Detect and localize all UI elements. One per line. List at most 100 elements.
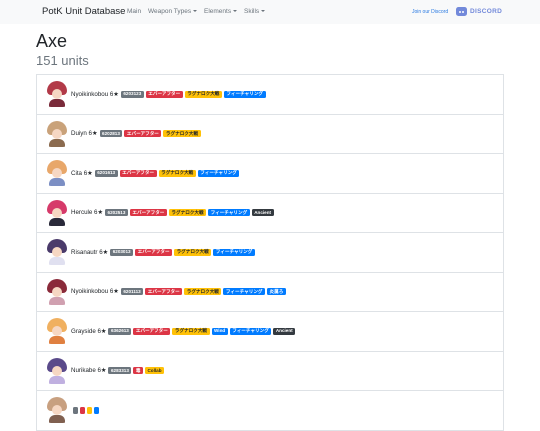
- tag-badge: ラグナロク大戦: [174, 248, 212, 256]
- discord-button[interactable]: DISCORD: [456, 6, 502, 17]
- nav-elements-dropdown[interactable]: Elements: [204, 8, 238, 15]
- nav-skills-label: Skills: [244, 8, 260, 15]
- tag-badge: エバーアフター: [145, 288, 183, 296]
- unit-name[interactable]: Grayside 6★: [71, 328, 106, 335]
- unit-row[interactable]: Hercule 6★ 6202513 エバーアフター ラグナロク大戦 フィーチャリング A…: [37, 194, 503, 233]
- chevron-down-icon: [233, 10, 238, 13]
- unit-avatar: [47, 160, 67, 187]
- tag-badge: フィーチャリング: [213, 248, 255, 256]
- unit-avatar: [47, 318, 67, 345]
- unit-avatar: [47, 81, 67, 108]
- tag-badge: 毒: [133, 367, 143, 375]
- tag-badge: [80, 406, 85, 414]
- tag-badge: Collab: [144, 367, 165, 375]
- unit-row[interactable]: Nyoikinkobou 6★ 6201113 エバーアフター ラグナロク大戦 フィーチ…: [37, 273, 503, 312]
- discord-label: DISCORD: [470, 8, 503, 15]
- unit-name[interactable]: Cita 6★: [71, 170, 93, 177]
- tag-badge: エバーアフター: [129, 209, 167, 217]
- unit-name[interactable]: Risanautr 6★: [71, 249, 108, 256]
- avatar-face: [52, 365, 62, 376]
- tag-badge: フィーチャリング: [223, 288, 266, 296]
- avatar-body: [49, 296, 65, 305]
- unit-id-badge: 6202513: [105, 209, 128, 217]
- tag-badge: Ancient: [251, 209, 274, 217]
- join-discord-link[interactable]: Join our Discord: [412, 9, 448, 15]
- unit-row[interactable]: [37, 391, 503, 431]
- tag-badge: エバーアフター: [145, 90, 183, 98]
- tag-badge: エバーアフター: [119, 169, 157, 177]
- unit-avatar: [47, 357, 67, 384]
- unit-avatar: [47, 239, 67, 266]
- tag-badge: [87, 406, 92, 414]
- unit-id-badge: 6362613: [108, 327, 132, 335]
- nav-skills-dropdown[interactable]: Skills: [244, 8, 266, 15]
- avatar-face: [52, 207, 62, 218]
- tag-badge: フィーチャリング: [208, 209, 250, 217]
- unit-name[interactable]: Duiyn 6★: [71, 130, 98, 137]
- discord-icon: [456, 7, 467, 16]
- tag-badge: ラグナロク大戦: [184, 288, 222, 296]
- tag-badge: ラグナロク大戦: [172, 327, 210, 335]
- unit-id-badge: 6201613: [94, 169, 118, 177]
- avatar-face: [52, 286, 62, 297]
- unit-list: Nyoikinkobou 6★ 6203123 エバーアフター ラグナロク大戦 フィーチ…: [36, 74, 504, 431]
- page-title: Axe: [36, 31, 68, 51]
- unit-row[interactable]: Cita 6★ 6201613 エバーアフター ラグナロク大戦 フィーチャリング: [37, 154, 503, 194]
- tag-badge: フィーチャリング: [229, 327, 272, 335]
- unit-name[interactable]: Hercule 6★: [71, 209, 103, 216]
- unit-row[interactable]: Risanautr 6★ 6203013 エバーアフター ラグナロク大戦 フィーチャリン…: [37, 233, 503, 273]
- unit-row[interactable]: Duiyn 6★ 6202813 エバーアフター ラグナロク大戦: [37, 115, 503, 154]
- tag-badge: Ancient: [273, 327, 296, 335]
- avatar-face: [52, 326, 62, 337]
- nav-weapon-types-dropdown[interactable]: Weapon Types: [148, 8, 198, 15]
- avatar-body: [49, 257, 65, 266]
- avatar-body: [49, 138, 65, 147]
- chevron-down-icon: [261, 10, 266, 13]
- nav-elements-label: Elements: [204, 8, 232, 15]
- nav-main-link[interactable]: Main: [127, 8, 141, 15]
- tag-badge: [94, 406, 99, 414]
- unit-avatar: [47, 199, 67, 226]
- unit-row[interactable]: Nyoikinkobou 6★ 6203123 エバーアフター ラグナロク大戦 フィーチ…: [37, 75, 503, 115]
- avatar-face: [52, 247, 62, 258]
- avatar-body: [49, 217, 65, 226]
- tag-badge: ラグナロク大戦: [168, 209, 207, 217]
- tag-badge: エバーアフター: [135, 248, 173, 256]
- tag-badge: ラグナロク大戦: [184, 90, 222, 98]
- avatar-body: [49, 375, 65, 384]
- avatar-body: [49, 178, 65, 187]
- tag-badge: エバーアフター: [124, 130, 162, 138]
- chevron-down-icon: [193, 10, 198, 13]
- tag-badge: Wind: [211, 327, 228, 335]
- unit-id-badge: 6202813: [99, 130, 123, 138]
- tag-badge: ラグナロク大戦: [158, 169, 196, 177]
- top-navbar: PotK Unit Database Main Weapon Types Ele…: [0, 0, 540, 24]
- brand-link[interactable]: PotK Unit Database: [42, 6, 125, 17]
- avatar-body: [49, 415, 65, 424]
- tag-badge: フィーチャリング: [223, 90, 266, 98]
- unit-name[interactable]: Nurikabe 6★: [71, 367, 106, 374]
- nav-weapon-types-label: Weapon Types: [148, 8, 192, 15]
- unit-id-badge: [73, 406, 78, 414]
- unit-avatar: [47, 278, 67, 305]
- unit-avatar: [47, 120, 67, 147]
- avatar-face: [52, 405, 62, 416]
- avatar-face: [52, 128, 62, 139]
- unit-id-badge: 6203013: [110, 248, 134, 256]
- unit-avatar: [47, 397, 67, 424]
- unit-row[interactable]: Grayside 6★ 6362613 エバーアフター ラグナロク大戦 Wind フィーチ…: [37, 312, 503, 352]
- unit-name[interactable]: Nyoikinkobou 6★: [71, 288, 119, 295]
- unit-row[interactable]: Nurikabe 6★ 6283313 毒 Collab: [37, 352, 503, 391]
- tag-badge: 炎属ろ: [267, 288, 286, 296]
- avatar-face: [52, 89, 62, 100]
- tag-badge: フィーチャリング: [197, 169, 240, 177]
- avatar-body: [49, 336, 65, 345]
- unit-id-badge: 6203123: [120, 90, 144, 98]
- avatar-body: [49, 99, 65, 108]
- unit-count: 151 units: [36, 53, 89, 68]
- unit-id-badge: 6201113: [120, 288, 144, 296]
- tag-badge: エバーアフター: [133, 327, 171, 335]
- unit-name[interactable]: Nyoikinkobou 6★: [71, 91, 119, 98]
- unit-id-badge: 6283313: [108, 367, 132, 375]
- tag-badge: ラグナロク大戦: [163, 130, 201, 138]
